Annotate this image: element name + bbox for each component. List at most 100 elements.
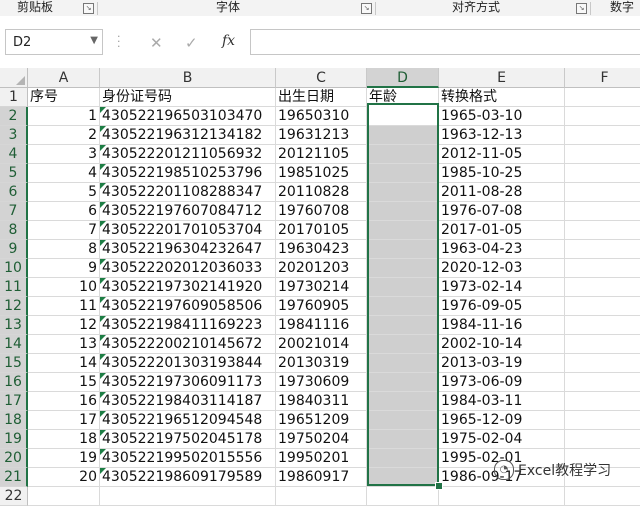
- cell-f[interactable]: [565, 297, 640, 316]
- cell-e[interactable]: 1976-09-05: [439, 297, 565, 316]
- cell-d[interactable]: [367, 259, 439, 278]
- cell-a[interactable]: 10: [28, 278, 100, 297]
- cell-e[interactable]: 1963-12-13: [439, 126, 565, 145]
- column-header-f[interactable]: F: [565, 68, 640, 88]
- cell-a[interactable]: 9: [28, 259, 100, 278]
- cell-c[interactable]: 19950201: [276, 449, 367, 468]
- cell-f[interactable]: [565, 107, 640, 126]
- cell-a[interactable]: 7: [28, 221, 100, 240]
- cell-b[interactable]: 430522196503103470: [100, 107, 276, 126]
- cell-a[interactable]: 17: [28, 411, 100, 430]
- cell-f[interactable]: [565, 354, 640, 373]
- cell-b[interactable]: [100, 487, 276, 506]
- cell-a[interactable]: 2: [28, 126, 100, 145]
- cell-a[interactable]: 12: [28, 316, 100, 335]
- cell-d[interactable]: [367, 297, 439, 316]
- cell-b[interactable]: 430522199502015556: [100, 449, 276, 468]
- cell-a[interactable]: 6: [28, 202, 100, 221]
- cell-b[interactable]: 430522196304232647: [100, 240, 276, 259]
- cell-c[interactable]: 20130319: [276, 354, 367, 373]
- row-header[interactable]: 3: [0, 126, 28, 145]
- cell-a[interactable]: [28, 487, 100, 506]
- cell-c[interactable]: 19750204: [276, 430, 367, 449]
- row-header[interactable]: 14: [0, 335, 28, 354]
- cell-f[interactable]: [565, 221, 640, 240]
- row-header[interactable]: 13: [0, 316, 28, 335]
- cell-f[interactable]: [565, 164, 640, 183]
- cell-a[interactable]: 13: [28, 335, 100, 354]
- cell-f[interactable]: [565, 392, 640, 411]
- cell-a[interactable]: 1: [28, 107, 100, 126]
- cell-b[interactable]: 430522197502045178: [100, 430, 276, 449]
- row-header[interactable]: 18: [0, 411, 28, 430]
- cell-d[interactable]: [367, 354, 439, 373]
- cell-e[interactable]: 1984-03-11: [439, 392, 565, 411]
- cell-a[interactable]: 8: [28, 240, 100, 259]
- cell-a[interactable]: 19: [28, 449, 100, 468]
- font-launcher-icon[interactable]: ↘: [361, 3, 372, 14]
- cell-e[interactable]: 1973-06-09: [439, 373, 565, 392]
- row-header[interactable]: 4: [0, 145, 28, 164]
- cell-b[interactable]: 430522200210145672: [100, 335, 276, 354]
- name-box[interactable]: D2 ▼: [5, 29, 103, 55]
- cell-a[interactable]: 4: [28, 164, 100, 183]
- cell-a[interactable]: 3: [28, 145, 100, 164]
- cell-c[interactable]: 20201203: [276, 259, 367, 278]
- cell-f[interactable]: [565, 202, 640, 221]
- chevron-down-icon[interactable]: ▼: [90, 35, 98, 46]
- cell-b[interactable]: 430522198609179589: [100, 468, 276, 487]
- cell-c[interactable]: 19650310: [276, 107, 367, 126]
- cell-a[interactable]: 11: [28, 297, 100, 316]
- row-header[interactable]: 7: [0, 202, 28, 221]
- row-header[interactable]: 11: [0, 278, 28, 297]
- cell-c[interactable]: 19851025: [276, 164, 367, 183]
- cell-e[interactable]: 2012-11-05: [439, 145, 565, 164]
- column-header-d[interactable]: D: [367, 68, 439, 88]
- cell-e[interactable]: 2002-10-14: [439, 335, 565, 354]
- cell-a[interactable]: 14: [28, 354, 100, 373]
- cell-f[interactable]: [565, 240, 640, 259]
- cell-d[interactable]: [367, 430, 439, 449]
- row-header[interactable]: 20: [0, 449, 28, 468]
- cell-b[interactable]: 430522198510253796: [100, 164, 276, 183]
- cell-c[interactable]: 出生日期: [276, 88, 367, 107]
- cell-c[interactable]: 20110828: [276, 183, 367, 202]
- cell-e[interactable]: 2013-03-19: [439, 354, 565, 373]
- cell-b[interactable]: 430522201108288347: [100, 183, 276, 202]
- row-header[interactable]: 21: [0, 468, 28, 487]
- cell-c[interactable]: 19730214: [276, 278, 367, 297]
- column-header-b[interactable]: B: [100, 68, 276, 88]
- cell-c[interactable]: 20170105: [276, 221, 367, 240]
- cell-d[interactable]: [367, 392, 439, 411]
- column-header-c[interactable]: C: [276, 68, 367, 88]
- cell-d[interactable]: [367, 316, 439, 335]
- cell-d[interactable]: [367, 487, 439, 506]
- cell-e[interactable]: 1985-10-25: [439, 164, 565, 183]
- alignment-launcher-icon[interactable]: ↘: [576, 3, 587, 14]
- cell-a[interactable]: 5: [28, 183, 100, 202]
- cell-d[interactable]: [367, 468, 439, 487]
- cell-d[interactable]: [367, 126, 439, 145]
- cell-c[interactable]: 19651209: [276, 411, 367, 430]
- cell-a[interactable]: 20: [28, 468, 100, 487]
- cell-b[interactable]: 身份证号码: [100, 88, 276, 107]
- cell-d[interactable]: [367, 221, 439, 240]
- cell-b[interactable]: 430522198411169223: [100, 316, 276, 335]
- cell-d[interactable]: [367, 240, 439, 259]
- row-header[interactable]: 22: [0, 487, 28, 506]
- cell-e[interactable]: 1963-04-23: [439, 240, 565, 259]
- cell-c[interactable]: 20121105: [276, 145, 367, 164]
- row-header[interactable]: 2: [0, 107, 28, 126]
- cell-c[interactable]: 19860917: [276, 468, 367, 487]
- cell-e[interactable]: 转换格式: [439, 88, 565, 107]
- cell-b[interactable]: 430522198403114187: [100, 392, 276, 411]
- cell-e[interactable]: 1975-02-04: [439, 430, 565, 449]
- cell-e[interactable]: 1976-07-08: [439, 202, 565, 221]
- row-header[interactable]: 15: [0, 354, 28, 373]
- cell-b[interactable]: 430522202012036033: [100, 259, 276, 278]
- cell-d[interactable]: [367, 373, 439, 392]
- cell-c[interactable]: 19631213: [276, 126, 367, 145]
- cell-d[interactable]: [367, 411, 439, 430]
- cell-b[interactable]: 430522197607084712: [100, 202, 276, 221]
- cell-b[interactable]: 430522196312134182: [100, 126, 276, 145]
